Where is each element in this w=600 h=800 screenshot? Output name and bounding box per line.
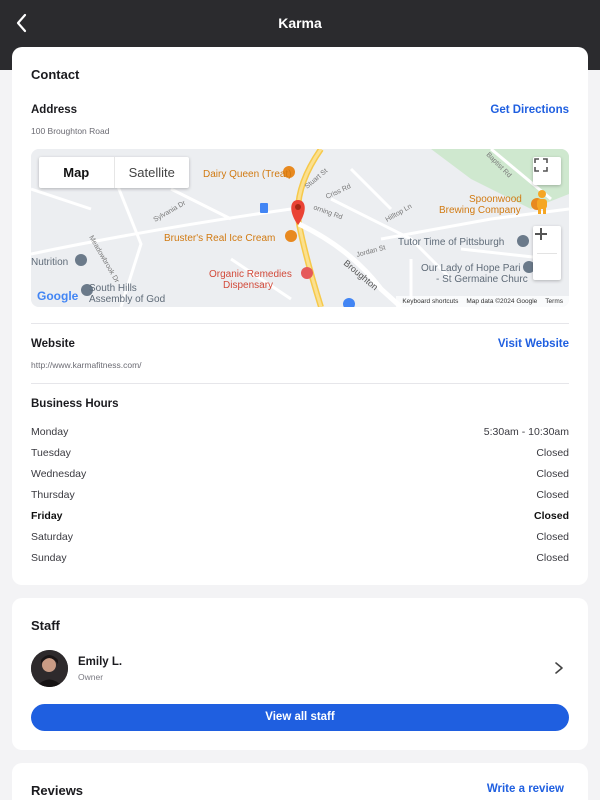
svg-text:Nutrition: Nutrition [31, 257, 68, 268]
svg-text:South Hills: South Hills [89, 283, 137, 294]
map-view[interactable]: Dairy Queen (Treat) Bruster's Real Ice C… [31, 149, 569, 307]
contact-section-title: Contact [31, 67, 80, 82]
hours-day: Sunday [31, 552, 67, 564]
hours-day: Tuesday [31, 447, 71, 459]
hours-row: Monday 5:30am - 10:30am [31, 426, 569, 446]
get-directions-link[interactable]: Get Directions [490, 104, 569, 116]
fullscreen-icon [534, 158, 548, 172]
reviews-section-title: Reviews [31, 783, 84, 798]
svg-text:Tutor Time of Pittsburgh: Tutor Time of Pittsburgh [398, 237, 504, 248]
fullscreen-button[interactable] [533, 157, 561, 185]
hours-day: Wednesday [31, 468, 87, 480]
hours-row: Tuesday Closed [31, 447, 569, 467]
svg-text:Spoonwood: Spoonwood [469, 194, 522, 205]
svg-text:Organic Remedies: Organic Remedies [209, 269, 292, 280]
chevron-right-icon[interactable] [552, 661, 566, 675]
hours-time: Closed [533, 510, 569, 522]
staff-card: Staff Emily L. Owner View all staff [12, 598, 588, 750]
hours-time: Closed [536, 447, 569, 459]
visit-website-link[interactable]: Visit Website [498, 338, 569, 350]
divider [31, 383, 569, 384]
hours-row: Sunday Closed [31, 552, 569, 572]
staff-member-role: Owner [78, 672, 104, 682]
divider [31, 323, 569, 324]
svg-text:Brewing Company: Brewing Company [439, 205, 521, 216]
reviews-card: Reviews Write a review [12, 763, 588, 800]
keyboard-shortcuts-link[interactable]: Keyboard shortcuts [402, 298, 458, 305]
map-type-toggle[interactable]: Map Satellite [39, 157, 189, 188]
hours-time: Closed [536, 531, 569, 543]
hours-day: Monday [31, 426, 69, 438]
map-footer: Keyboard shortcuts Map data ©2024 Google… [396, 296, 569, 307]
avatar [31, 650, 68, 687]
avatar-image [31, 650, 68, 687]
svg-text:Bruster's Real Ice Cream: Bruster's Real Ice Cream [164, 233, 275, 244]
business-hours-label: Business Hours [31, 398, 119, 410]
address-value: 100 Broughton Road [31, 126, 110, 136]
zoom-control[interactable] [533, 226, 561, 280]
website-value: http://www.karmafitness.com/ [31, 360, 142, 370]
address-label: Address [31, 104, 78, 116]
hours-day: Thursday [31, 489, 75, 501]
svg-text:Dairy Queen (Treat): Dairy Queen (Treat) [203, 169, 292, 180]
hours-row: Thursday Closed [31, 489, 569, 509]
street-view-pegman[interactable] [533, 189, 561, 217]
staff-section-title: Staff [31, 618, 60, 633]
hours-time: 5:30am - 10:30am [483, 426, 569, 438]
hours-time: Closed [536, 489, 569, 501]
map-type-satellite[interactable]: Satellite [113, 157, 190, 188]
zoom-divider [537, 252, 557, 254]
pegman-icon [537, 190, 547, 214]
hours-day: Saturday [31, 531, 74, 543]
hours-time: Closed [536, 468, 569, 480]
hours-day: Friday [31, 510, 63, 522]
page-title: Karma [278, 15, 322, 31]
map-terms-link[interactable]: Terms [545, 298, 563, 305]
google-logo: Google [37, 289, 79, 303]
svg-text:- St Germaine Churc: - St Germaine Churc [436, 274, 528, 285]
map-type-map[interactable]: Map [39, 157, 114, 188]
svg-text:Assembly of God: Assembly of God [89, 294, 165, 305]
website-label: Website [31, 338, 75, 350]
view-all-staff-button[interactable]: View all staff [31, 704, 569, 731]
zoom-out-icon[interactable] [533, 226, 549, 242]
map-data-attribution: Map data ©2024 Google [466, 298, 538, 305]
svg-text:Our Lady of Hope Pari: Our Lady of Hope Pari [421, 263, 521, 274]
hours-row: Wednesday Closed [31, 468, 569, 488]
contact-card: Contact Address Get Directions 100 Broug… [12, 47, 588, 585]
hours-row: Saturday Closed [31, 531, 569, 551]
staff-member-name[interactable]: Emily L. [78, 656, 122, 668]
hours-time: Closed [536, 552, 569, 564]
hours-row-today: Friday Closed [31, 510, 569, 530]
write-review-link[interactable]: Write a review [487, 783, 564, 795]
svg-text:Dispensary: Dispensary [223, 280, 273, 291]
